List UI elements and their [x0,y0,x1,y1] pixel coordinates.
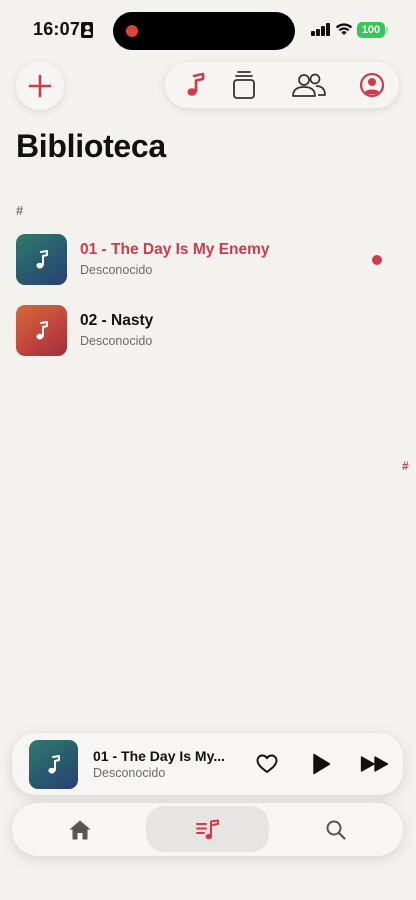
tab-home[interactable] [32,803,128,856]
tab-bar [12,803,403,856]
battery-tip [386,27,388,33]
track-artist: Desconocido [80,263,153,277]
search-icon [326,820,346,840]
page-title: Biblioteca [16,128,166,164]
nav-account-button[interactable] [349,62,395,108]
track-artwork [16,234,67,285]
library-icon [196,819,219,839]
battery-icon: 100 [357,22,385,38]
play-button[interactable] [304,733,338,795]
status-time: 16:07 [33,19,81,39]
add-button[interactable] [16,62,64,110]
battery-level: 100 [361,24,381,36]
tab-library[interactable] [160,803,256,856]
nav-artists-button[interactable] [283,62,335,108]
favorite-button[interactable] [252,733,282,795]
track-title: 01 - The Day Is My Enemy [80,241,270,258]
track-title: 02 - Nasty [80,312,154,329]
albums-stack-icon [233,71,255,99]
alphabet-index-hash[interactable]: # [402,459,409,473]
music-note-icon [187,72,205,96]
mini-player[interactable]: 01 - The Day Is My... Desconocido [12,733,403,795]
music-note-icon [35,320,48,339]
wifi-icon [335,23,353,35]
artists-icon [292,73,326,97]
play-icon [313,753,331,775]
account-icon [359,72,385,98]
track-artist: Desconocido [80,334,153,348]
music-note-icon [35,249,48,268]
nav-songs-button[interactable] [173,62,219,108]
fast-forward-icon [360,756,389,772]
recording-dot-icon [126,25,138,37]
tab-search[interactable] [288,803,384,856]
cellular-signal-icon [311,23,331,36]
top-nav [165,62,399,108]
track-row[interactable]: 02 - Nasty Desconocido [16,305,400,357]
track-artwork [16,305,67,356]
section-header: # [16,203,24,218]
now-playing-indicator [372,255,382,265]
mini-player-artwork [29,740,78,789]
dynamic-island [113,12,295,50]
music-note-icon [47,754,60,773]
mini-player-title: 01 - The Day Is My... [93,748,226,764]
heart-icon [256,754,278,773]
mini-player-artist: Desconocido [93,766,166,780]
nav-albums-button[interactable] [221,62,267,108]
person-badge-icon [81,22,93,38]
status-bar: 16:07 100 [0,0,416,60]
home-icon [69,820,91,839]
track-row[interactable]: 01 - The Day Is My Enemy Desconocido [16,234,400,286]
plus-icon [28,74,52,98]
next-button[interactable] [356,733,394,795]
